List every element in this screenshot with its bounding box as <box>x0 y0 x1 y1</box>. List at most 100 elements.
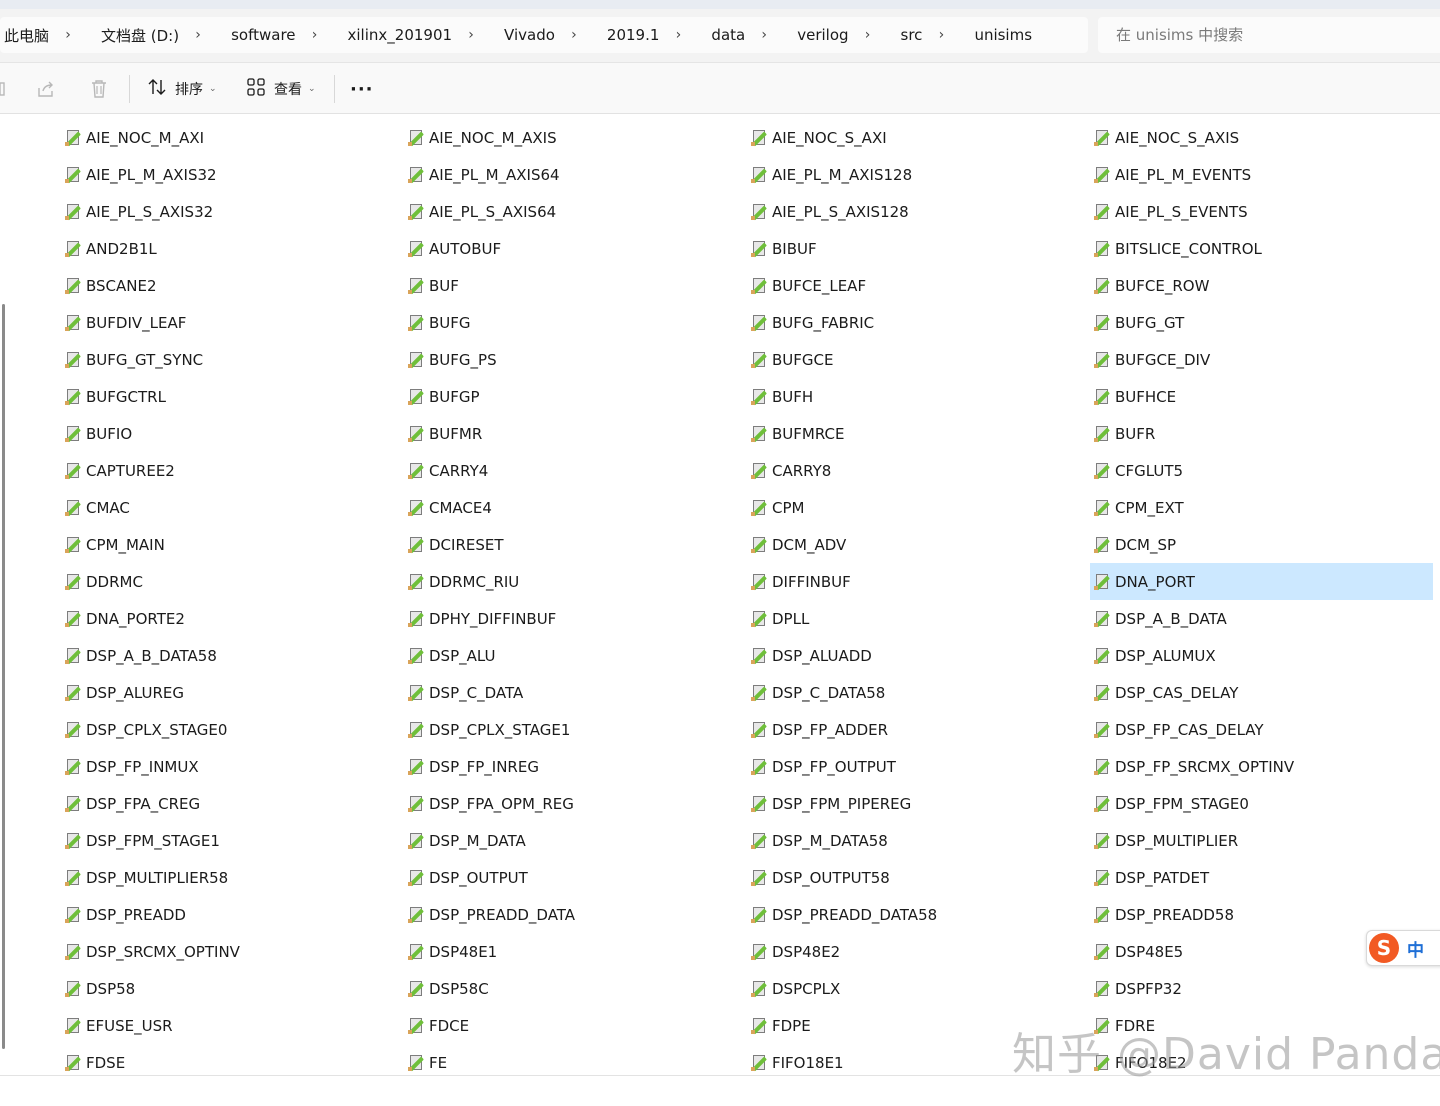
file-item[interactable]: DSP_CPLX_STAGE1 <box>404 711 747 748</box>
breadcrumb-item[interactable]: unisims <box>956 26 1036 44</box>
file-item[interactable]: AIE_NOC_M_AXI <box>61 119 404 156</box>
file-item[interactable]: DSP_CPLX_STAGE0 <box>61 711 404 748</box>
file-item[interactable]: AIE_PL_S_AXIS32 <box>61 193 404 230</box>
file-item[interactable]: AIE_PL_S_AXIS64 <box>404 193 747 230</box>
chevron-right-icon[interactable]: › <box>456 27 486 43</box>
file-item[interactable]: DNA_PORTE2 <box>61 600 404 637</box>
file-item[interactable]: BUFMR <box>404 415 747 452</box>
file-item[interactable]: DSP_FP_ADDER <box>747 711 1090 748</box>
file-item[interactable]: DSP_M_DATA58 <box>747 822 1090 859</box>
file-item[interactable]: DSP_ALUREG <box>61 674 404 711</box>
file-item[interactable]: DSP_ALU <box>404 637 747 674</box>
file-item[interactable]: DSP_SRCMX_OPTINV <box>61 933 404 970</box>
file-item[interactable]: CFGLUT5 <box>1090 452 1433 489</box>
file-item[interactable]: AND2B1L <box>61 230 404 267</box>
file-item[interactable]: DSP_FP_OUTPUT <box>747 748 1090 785</box>
file-item[interactable]: DSP_PREADD58 <box>1090 896 1433 933</box>
file-item[interactable]: DSP_FP_CAS_DELAY <box>1090 711 1433 748</box>
file-item[interactable]: CMACE4 <box>404 489 747 526</box>
file-item[interactable]: FE <box>404 1044 747 1075</box>
file-item[interactable]: DSP_ALUADD <box>747 637 1090 674</box>
chevron-right-icon[interactable]: › <box>926 27 956 43</box>
chevron-right-icon[interactable]: › <box>663 27 693 43</box>
file-item[interactable]: DSP_A_B_DATA58 <box>61 637 404 674</box>
file-item[interactable]: DSP_FP_INMUX <box>61 748 404 785</box>
file-item[interactable]: BUFG_GT_SYNC <box>61 341 404 378</box>
file-item[interactable]: BUFR <box>1090 415 1433 452</box>
file-item[interactable]: DSP_A_B_DATA <box>1090 600 1433 637</box>
file-item[interactable]: DSP_PREADD <box>61 896 404 933</box>
rename-icon[interactable] <box>0 75 6 103</box>
chevron-right-icon[interactable]: › <box>53 27 83 43</box>
vertical-scrollbar[interactable] <box>2 304 5 1049</box>
file-item[interactable]: CPM <box>747 489 1090 526</box>
file-item[interactable]: BUFDIV_LEAF <box>61 304 404 341</box>
file-item[interactable]: EFUSE_USR <box>61 1007 404 1044</box>
file-item[interactable]: CAPTUREE2 <box>61 452 404 489</box>
view-button[interactable]: 查看 ⌄ <box>247 75 316 103</box>
breadcrumb-item[interactable]: xilinx_201901 <box>330 26 457 44</box>
file-item[interactable]: DNA_PORT <box>1090 563 1433 600</box>
file-item[interactable]: BUFCE_ROW <box>1090 267 1433 304</box>
file-item[interactable]: DSP_PATDET <box>1090 859 1433 896</box>
file-item[interactable]: DSP_MULTIPLIER <box>1090 822 1433 859</box>
search-box[interactable] <box>1098 17 1440 53</box>
more-options-button[interactable]: ··· <box>350 75 374 103</box>
file-item[interactable]: BUF <box>404 267 747 304</box>
breadcrumb-item[interactable]: software <box>213 26 299 44</box>
file-item[interactable]: DDRMC_RIU <box>404 563 747 600</box>
file-item[interactable]: BUFH <box>747 378 1090 415</box>
file-item[interactable]: DCM_SP <box>1090 526 1433 563</box>
file-item[interactable]: AIE_NOC_S_AXIS <box>1090 119 1433 156</box>
file-item[interactable]: DDRMC <box>61 563 404 600</box>
breadcrumb-item[interactable]: data <box>693 26 749 44</box>
breadcrumb-item[interactable]: 此电脑 <box>0 25 53 46</box>
file-item[interactable]: BUFHCE <box>1090 378 1433 415</box>
breadcrumb[interactable]: 此电脑 › 文档盘 (D:) › software › xilinx_201901 › Viva… <box>0 17 1088 53</box>
file-item[interactable]: DPLL <box>747 600 1090 637</box>
file-item[interactable]: BUFCE_LEAF <box>747 267 1090 304</box>
chevron-right-icon[interactable]: › <box>559 27 589 43</box>
ime-toolbar[interactable]: S 中 <box>1366 930 1440 966</box>
file-item[interactable]: CPM_MAIN <box>61 526 404 563</box>
file-item[interactable]: CPM_EXT <box>1090 489 1433 526</box>
file-item[interactable]: DSPCPLX <box>747 970 1090 1007</box>
file-item[interactable]: DSP_FP_SRCMX_OPTINV <box>1090 748 1433 785</box>
file-item[interactable]: FIFO18E1 <box>747 1044 1090 1075</box>
file-item[interactable]: BITSLICE_CONTROL <box>1090 230 1433 267</box>
file-item[interactable]: DCM_ADV <box>747 526 1090 563</box>
file-item[interactable]: BUFG_FABRIC <box>747 304 1090 341</box>
file-item[interactable]: FIFO18E2 <box>1090 1044 1433 1075</box>
breadcrumb-item[interactable]: Vivado <box>486 26 559 44</box>
file-item[interactable]: DSP48E2 <box>747 933 1090 970</box>
file-item[interactable]: BUFGCTRL <box>61 378 404 415</box>
file-item[interactable]: DSP_FPA_CREG <box>61 785 404 822</box>
breadcrumb-item[interactable]: verilog <box>779 26 852 44</box>
file-item[interactable]: DSP_C_DATA58 <box>747 674 1090 711</box>
delete-icon[interactable] <box>90 75 108 103</box>
share-icon[interactable] <box>36 75 56 103</box>
file-item[interactable]: FDRE <box>1090 1007 1433 1044</box>
chevron-right-icon[interactable]: › <box>300 27 330 43</box>
file-item[interactable]: DSP_FPM_PIPEREG <box>747 785 1090 822</box>
file-item[interactable]: BUFGCE_DIV <box>1090 341 1433 378</box>
file-item[interactable]: BUFG_GT <box>1090 304 1433 341</box>
file-item[interactable]: DSP58 <box>61 970 404 1007</box>
chevron-right-icon[interactable]: › <box>853 27 883 43</box>
ime-language-indicator[interactable]: 中 <box>1407 936 1424 961</box>
breadcrumb-item[interactable]: 文档盘 (D:) <box>83 25 183 46</box>
file-item[interactable]: DSP_OUTPUT <box>404 859 747 896</box>
file-item[interactable]: AIE_PL_S_EVENTS <box>1090 193 1433 230</box>
file-item[interactable]: DSP_OUTPUT58 <box>747 859 1090 896</box>
file-item[interactable]: AIE_PL_S_AXIS128 <box>747 193 1090 230</box>
file-item[interactable]: DSPFP32 <box>1090 970 1433 1007</box>
file-item[interactable]: AIE_PL_M_EVENTS <box>1090 156 1433 193</box>
file-item[interactable]: BUFG_PS <box>404 341 747 378</box>
file-item[interactable]: FDCE <box>404 1007 747 1044</box>
file-item[interactable]: DSP_FPM_STAGE0 <box>1090 785 1433 822</box>
file-item[interactable]: DSP_C_DATA <box>404 674 747 711</box>
breadcrumb-item[interactable]: src <box>883 26 927 44</box>
file-item[interactable]: BUFMRCE <box>747 415 1090 452</box>
search-input[interactable] <box>1114 25 1418 45</box>
file-item[interactable]: AIE_PL_M_AXIS64 <box>404 156 747 193</box>
